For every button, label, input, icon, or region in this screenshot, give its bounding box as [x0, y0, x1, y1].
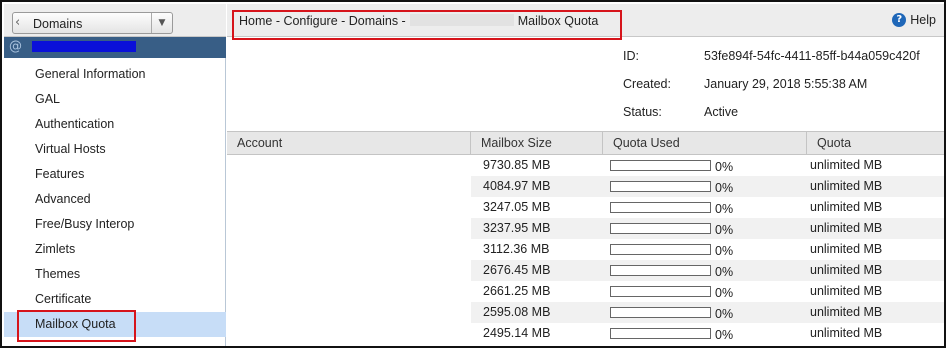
domains-back-label: Domains	[33, 17, 83, 31]
id-label: ID:	[623, 49, 639, 63]
sidebar-item-features[interactable]: Features	[4, 162, 226, 187]
quota-used-percent: 0%	[715, 286, 734, 300]
app-frame: ‹ Domains ▼ @ General Information GAL Au…	[0, 0, 946, 348]
created-label: Created:	[623, 77, 671, 91]
status-label: Status:	[623, 105, 662, 119]
table-row[interactable]: 3237.95 MB 0% unlimited MB	[227, 218, 944, 239]
quota-cell: unlimited MB	[810, 158, 883, 172]
column-header-quota[interactable]: Quota	[807, 132, 944, 155]
quota-used-progress-bar	[610, 286, 711, 297]
table-row[interactable]: 2495.14 MB 0% unlimited MB	[227, 323, 944, 344]
table-row[interactable]: 2676.45 MB 0% unlimited MB	[227, 260, 944, 281]
sidebar-item-virtual-hosts[interactable]: Virtual Hosts	[4, 137, 226, 162]
main-content: Home - Configure - Domains - Mailbox Quot…	[227, 4, 944, 346]
quota-used-percent: 0%	[715, 202, 734, 216]
sidebar-item-gal[interactable]: GAL	[4, 87, 226, 112]
sidebar-item-free-busy-interop[interactable]: Free/Busy Interop	[4, 212, 226, 237]
quota-cell: unlimited MB	[810, 200, 883, 214]
breadcrumb-path[interactable]: Home - Configure - Domains -	[239, 14, 406, 28]
nav-header: ‹ Domains ▼	[4, 4, 226, 37]
table-header: Account Mailbox Size Quota Used Quota	[227, 131, 944, 155]
row-data-cells: 3112.36 MB 0% unlimited MB	[471, 239, 944, 260]
domain-bar: @	[4, 37, 226, 58]
row-data-cells: 4084.97 MB 0% unlimited MB	[471, 176, 944, 197]
quota-cell: unlimited MB	[810, 326, 883, 340]
breadcrumb-current: Mailbox Quota	[517, 14, 599, 28]
quota-used-progress-bar	[610, 307, 711, 318]
breadcrumb: Home - Configure - Domains - Mailbox Quot…	[239, 14, 598, 28]
quota-used-progress-bar	[610, 223, 711, 234]
quota-cell: unlimited MB	[810, 284, 883, 298]
sidebar-item-certificate[interactable]: Certificate	[4, 287, 226, 312]
quota-used-percent: 0%	[715, 265, 734, 279]
mailbox-size-cell: 3247.05 MB	[483, 200, 551, 214]
quota-used-percent: 0%	[715, 181, 734, 195]
table-row[interactable]: 2595.08 MB 0% unlimited MB	[227, 302, 944, 323]
quota-used-percent: 0%	[715, 244, 734, 258]
quota-used-percent: 0%	[715, 307, 734, 321]
mailbox-size-cell: 2661.25 MB	[483, 284, 551, 298]
sidebar-item-authentication[interactable]: Authentication	[4, 112, 226, 137]
row-data-cells: 2495.14 MB 0% unlimited MB	[471, 323, 944, 344]
help-label: Help	[910, 13, 936, 27]
mailbox-size-cell: 4084.97 MB	[483, 179, 551, 193]
quota-cell: unlimited MB	[810, 242, 883, 256]
quota-table: Account Mailbox Size Quota Used Quota 97…	[227, 131, 944, 346]
sidebar-item-mailbox-quota[interactable]: Mailbox Quota	[4, 312, 226, 337]
table-row[interactable]: 3112.36 MB 0% unlimited MB	[227, 239, 944, 260]
quota-used-progress-bar	[610, 328, 711, 339]
row-data-cells: 2661.25 MB 0% unlimited MB	[471, 281, 944, 302]
table-row[interactable]: 2661.25 MB 0% unlimited MB	[227, 281, 944, 302]
status-value: Active	[704, 105, 739, 119]
quota-used-progress-bar	[610, 160, 711, 171]
quota-used-percent: 0%	[715, 328, 734, 342]
domains-back-button[interactable]: ‹ Domains ▼	[12, 12, 173, 34]
help-icon: ?	[892, 13, 907, 27]
table-row[interactable]: 3247.05 MB 0% unlimited MB	[227, 197, 944, 218]
id-value: 53fe894f-54fc-4411-85ff-b44a059c420f	[704, 49, 920, 63]
sidebar-item-themes[interactable]: Themes	[4, 262, 226, 287]
back-chevron-icon: ‹	[15, 15, 21, 30]
quota-cell: unlimited MB	[810, 179, 883, 193]
quota-used-progress-bar	[610, 202, 711, 213]
mailbox-size-cell: 3237.95 MB	[483, 221, 551, 235]
breadcrumb-bar: Home - Configure - Domains - Mailbox Quot…	[227, 4, 944, 37]
column-header-account[interactable]: Account	[227, 132, 471, 155]
mailbox-size-cell: 9730.85 MB	[483, 158, 551, 172]
domain-info: ID: 53fe894f-54fc-4411-85ff-b44a059c420f…	[227, 37, 944, 130]
created-value: January 29, 2018 5:55:38 AM	[704, 77, 868, 91]
column-header-quota-used[interactable]: Quota Used	[603, 132, 807, 155]
row-data-cells: 9730.85 MB 0% unlimited MB	[471, 155, 944, 176]
quota-cell: unlimited MB	[810, 221, 883, 235]
quota-used-progress-bar	[610, 244, 711, 255]
quota-used-percent: 0%	[715, 160, 734, 174]
table-row[interactable]: 9730.85 MB 0% unlimited MB	[227, 155, 944, 176]
quota-used-progress-bar	[610, 265, 711, 276]
sidebar-item-zimlets[interactable]: Zimlets	[4, 237, 226, 262]
row-data-cells: 3247.05 MB 0% unlimited MB	[471, 197, 944, 218]
quota-used-percent: 0%	[715, 223, 734, 237]
at-icon: @	[9, 39, 22, 54]
mailbox-size-cell: 2495.14 MB	[483, 326, 551, 340]
row-data-cells: 2595.08 MB 0% unlimited MB	[471, 302, 944, 323]
left-panel: ‹ Domains ▼ @ General Information GAL Au…	[4, 4, 226, 346]
domain-name-redacted	[32, 41, 136, 52]
dropdown-arrow-icon[interactable]: ▼	[151, 13, 172, 33]
help-button[interactable]: ? Help	[892, 13, 936, 27]
breadcrumb-domain-redacted	[409, 14, 514, 26]
row-data-cells: 2676.45 MB 0% unlimited MB	[471, 260, 944, 281]
quota-cell: unlimited MB	[810, 263, 883, 277]
sidebar-item-general-information[interactable]: General Information	[4, 62, 226, 87]
mailbox-size-cell: 3112.36 MB	[483, 242, 550, 256]
column-header-mailbox-size[interactable]: Mailbox Size	[471, 132, 603, 155]
table-row[interactable]: 4084.97 MB 0% unlimited MB	[227, 176, 944, 197]
quota-cell: unlimited MB	[810, 305, 883, 319]
row-data-cells: 3237.95 MB 0% unlimited MB	[471, 218, 944, 239]
sidebar-item-advanced[interactable]: Advanced	[4, 187, 226, 212]
quota-used-progress-bar	[610, 181, 711, 192]
mailbox-size-cell: 2676.45 MB	[483, 263, 551, 277]
sidebar-nav: General Information GAL Authentication V…	[4, 62, 226, 337]
mailbox-size-cell: 2595.08 MB	[483, 305, 551, 319]
